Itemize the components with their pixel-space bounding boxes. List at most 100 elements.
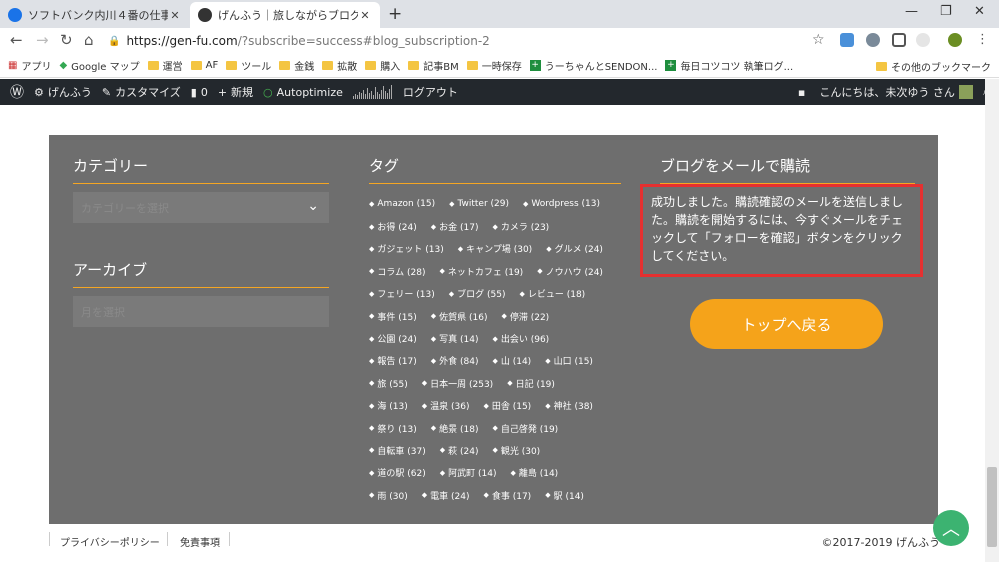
tag-link[interactable]: ◆ 旅 (55) <box>369 377 408 390</box>
new-tab-icon[interactable]: + <box>388 4 402 24</box>
notification-icon[interactable]: ▪ <box>798 86 805 99</box>
tag-link[interactable]: ◆ 絶景 (18) <box>431 422 479 435</box>
close-window-icon[interactable]: ✕ <box>974 4 985 19</box>
close-tab-icon[interactable]: ✕ <box>168 9 182 22</box>
bookmark-folder[interactable]: 一時保存 <box>466 58 522 73</box>
tag-label: カメラ (23) <box>500 223 550 234</box>
tag-link[interactable]: ◆ 停滞 (22) <box>501 310 549 323</box>
back-to-top-button[interactable]: トップへ戻る <box>690 299 883 349</box>
tag-link[interactable]: ◆ 食事 (17) <box>483 489 531 502</box>
pocket-extension-icon[interactable] <box>892 33 906 47</box>
extension-icon[interactable] <box>916 33 930 47</box>
site-name-link[interactable]: ⚙ げんふう <box>34 84 92 100</box>
minimize-icon[interactable]: — <box>905 4 918 19</box>
tag-link[interactable]: ◆ 温泉 (36) <box>422 399 470 413</box>
address-bar[interactable]: 🔒 https://gen-fu.com/?subscribe=success#… <box>108 30 836 52</box>
search-extension-icon[interactable] <box>866 33 880 47</box>
bookmark-folder[interactable]: ツール <box>226 58 271 73</box>
tag-link[interactable]: ◆ ノウハウ (24) <box>537 265 603 278</box>
tag-link[interactable]: ◆ 神社 (38) <box>545 399 593 413</box>
bookmark-folder[interactable]: 金銭 <box>279 58 314 73</box>
tag-link[interactable]: ◆ 自転車 (37) <box>369 444 426 457</box>
close-tab-icon[interactable]: ✕ <box>358 9 372 22</box>
translate-extension-icon[interactable] <box>840 33 854 47</box>
browser-tab-2[interactable]: げんふう｜旅しながらブログで稼いで ✕ <box>190 2 380 28</box>
tag-link[interactable]: ◆ 田舎 (15) <box>483 399 531 413</box>
tag-link[interactable]: ◆ フェリー (13) <box>369 287 435 301</box>
tag-link[interactable]: ◆ Twitter (29) <box>449 199 509 209</box>
comments-link[interactable]: ▮ 0 <box>191 86 208 99</box>
browser-tab-1[interactable]: ソフトバンク内川４番の仕事「千賀が ✕ <box>0 2 190 28</box>
restore-icon[interactable]: ❐ <box>940 4 952 19</box>
tag-link[interactable]: ◆ 祭り (13) <box>369 422 417 435</box>
reload-icon[interactable]: ↻ <box>60 31 73 49</box>
tag-link[interactable]: ◆ ネットカフェ (19) <box>439 265 523 278</box>
bookmark-folder[interactable]: 運営 <box>147 58 183 73</box>
tag-link[interactable]: ◆ 阿武町 (14) <box>440 466 497 480</box>
tag-link[interactable]: ◆ ガジェット (13) <box>369 242 444 256</box>
tag-link[interactable]: ◆ 日記 (19) <box>507 377 555 390</box>
profile-avatar-icon[interactable] <box>948 33 962 47</box>
customize-link[interactable]: ✎ カスタマイズ <box>102 84 181 100</box>
tag-link[interactable]: ◆ グルメ (24) <box>546 242 603 256</box>
bookmark-folder[interactable]: 記事BM <box>408 58 459 73</box>
tag-link[interactable]: ◆ 海 (13) <box>369 399 408 413</box>
tag-link[interactable]: ◆ 日本一周 (253) <box>422 377 493 390</box>
tag-link[interactable]: ◆ 萩 (24) <box>440 444 479 457</box>
tag-link[interactable]: ◆ Amazon (15) <box>369 199 435 209</box>
scroll-to-top-icon[interactable]: ︿ <box>933 510 969 546</box>
disclaimer-link[interactable]: 免責事項 <box>180 534 220 549</box>
bookmark-google-maps[interactable]: ◆ Google マップ <box>59 58 139 73</box>
greeting-text[interactable]: こんにちは、未次ゆう さん <box>819 84 955 100</box>
home-icon[interactable]: ⌂ <box>84 31 94 49</box>
privacy-policy-link[interactable]: プライバシーポリシー <box>60 534 160 549</box>
tag-link[interactable]: ◆ 山 (14) <box>492 354 531 368</box>
tag-icon: ◆ <box>369 200 375 209</box>
wordpress-logo-icon[interactable]: Ⓦ <box>10 82 24 102</box>
archive-select[interactable]: 月を選択 <box>73 296 329 327</box>
bookmark-sheet[interactable]: + うーちゃんとSENDON... <box>529 58 657 73</box>
bookmark-folder[interactable]: 購入 <box>365 58 400 73</box>
tag-link[interactable]: ◆ 公園 (24) <box>369 332 417 346</box>
tag-link[interactable]: ◆ ブログ (55) <box>449 287 506 301</box>
tag-link[interactable]: ◆ 事件 (15) <box>369 310 417 323</box>
tag-link[interactable]: ◆ 自己啓発 (19) <box>492 422 558 435</box>
menu-dots-icon[interactable]: ⋮ <box>976 32 989 47</box>
tag-link[interactable]: ◆ 観光 (30) <box>492 444 540 457</box>
tag-link[interactable]: ◆ 写真 (14) <box>431 332 479 346</box>
scrollbar-thumb[interactable] <box>987 467 997 547</box>
tag-link[interactable]: ◆ 佐賀県 (16) <box>431 310 488 323</box>
bookmark-star-icon[interactable]: ☆ <box>812 32 825 48</box>
autoptimize-link[interactable]: ○ Autoptimize <box>263 86 343 99</box>
page-scrollbar[interactable] <box>985 79 999 562</box>
tag-link[interactable]: ◆ お得 (24) <box>369 220 417 234</box>
tag-link[interactable]: ◆ レビュー (18) <box>519 287 585 301</box>
other-bookmarks[interactable]: その他のブックマーク <box>876 54 991 78</box>
stats-sparkline-icon[interactable] <box>352 85 393 99</box>
tag-link[interactable]: ◆ 山口 (15) <box>545 354 593 368</box>
logout-link[interactable]: ログアウト <box>403 84 458 100</box>
bookmark-apps[interactable]: ▦ アプリ <box>8 58 51 73</box>
bookmark-folder[interactable]: 拡散 <box>322 58 357 73</box>
user-avatar[interactable] <box>958 85 973 99</box>
tag-link[interactable]: ◆ コラム (28) <box>369 265 425 278</box>
tag-link[interactable]: ◆ カメラ (23) <box>492 220 550 234</box>
category-select[interactable]: カテゴリーを選択 ⌄ <box>73 192 329 223</box>
tag-link[interactable]: ◆ 雨 (30) <box>369 489 408 502</box>
tag-link[interactable]: ◆ 出会い (96) <box>492 332 549 346</box>
tag-link[interactable]: ◆ キャンプ場 (30) <box>458 242 532 256</box>
new-content-link[interactable]: + 新規 <box>218 84 253 100</box>
tag-link[interactable]: ◆ お金 (17) <box>431 220 479 234</box>
tag-link[interactable]: ◆ Wordpress (13) <box>523 199 600 209</box>
tag-link[interactable]: ◆ 駅 (14) <box>545 489 584 502</box>
tag-icon: ◆ <box>492 222 498 231</box>
forward-icon[interactable]: → <box>36 31 49 49</box>
tag-link[interactable]: ◆ 道の駅 (62) <box>369 466 426 480</box>
bookmark-sheet[interactable]: + 毎日コツコツ 執筆ログ... <box>665 58 793 73</box>
back-icon[interactable]: ← <box>10 31 23 49</box>
tag-link[interactable]: ◆ 報告 (17) <box>369 354 417 368</box>
tag-link[interactable]: ◆ 外食 (84) <box>431 354 479 368</box>
tag-link[interactable]: ◆ 離島 (14) <box>510 466 558 480</box>
tag-link[interactable]: ◆ 電車 (24) <box>422 489 470 502</box>
bookmark-folder[interactable]: AF <box>190 60 218 71</box>
